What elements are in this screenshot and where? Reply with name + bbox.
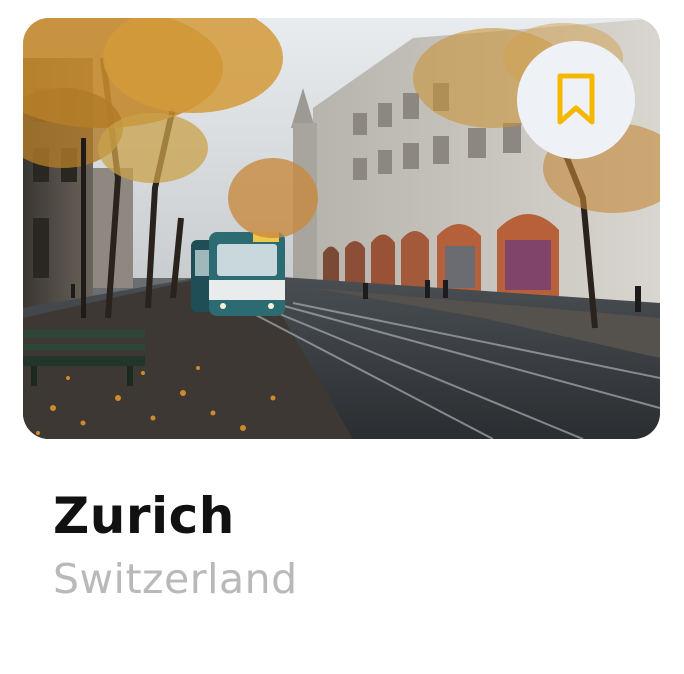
destination-subtitle: Switzerland [53, 555, 298, 603]
destination-card[interactable]: Zurich Switzerland [0, 0, 684, 674]
bookmark-button[interactable] [517, 41, 635, 159]
destination-title: Zurich [53, 487, 235, 545]
bookmark-icon [557, 73, 595, 125]
